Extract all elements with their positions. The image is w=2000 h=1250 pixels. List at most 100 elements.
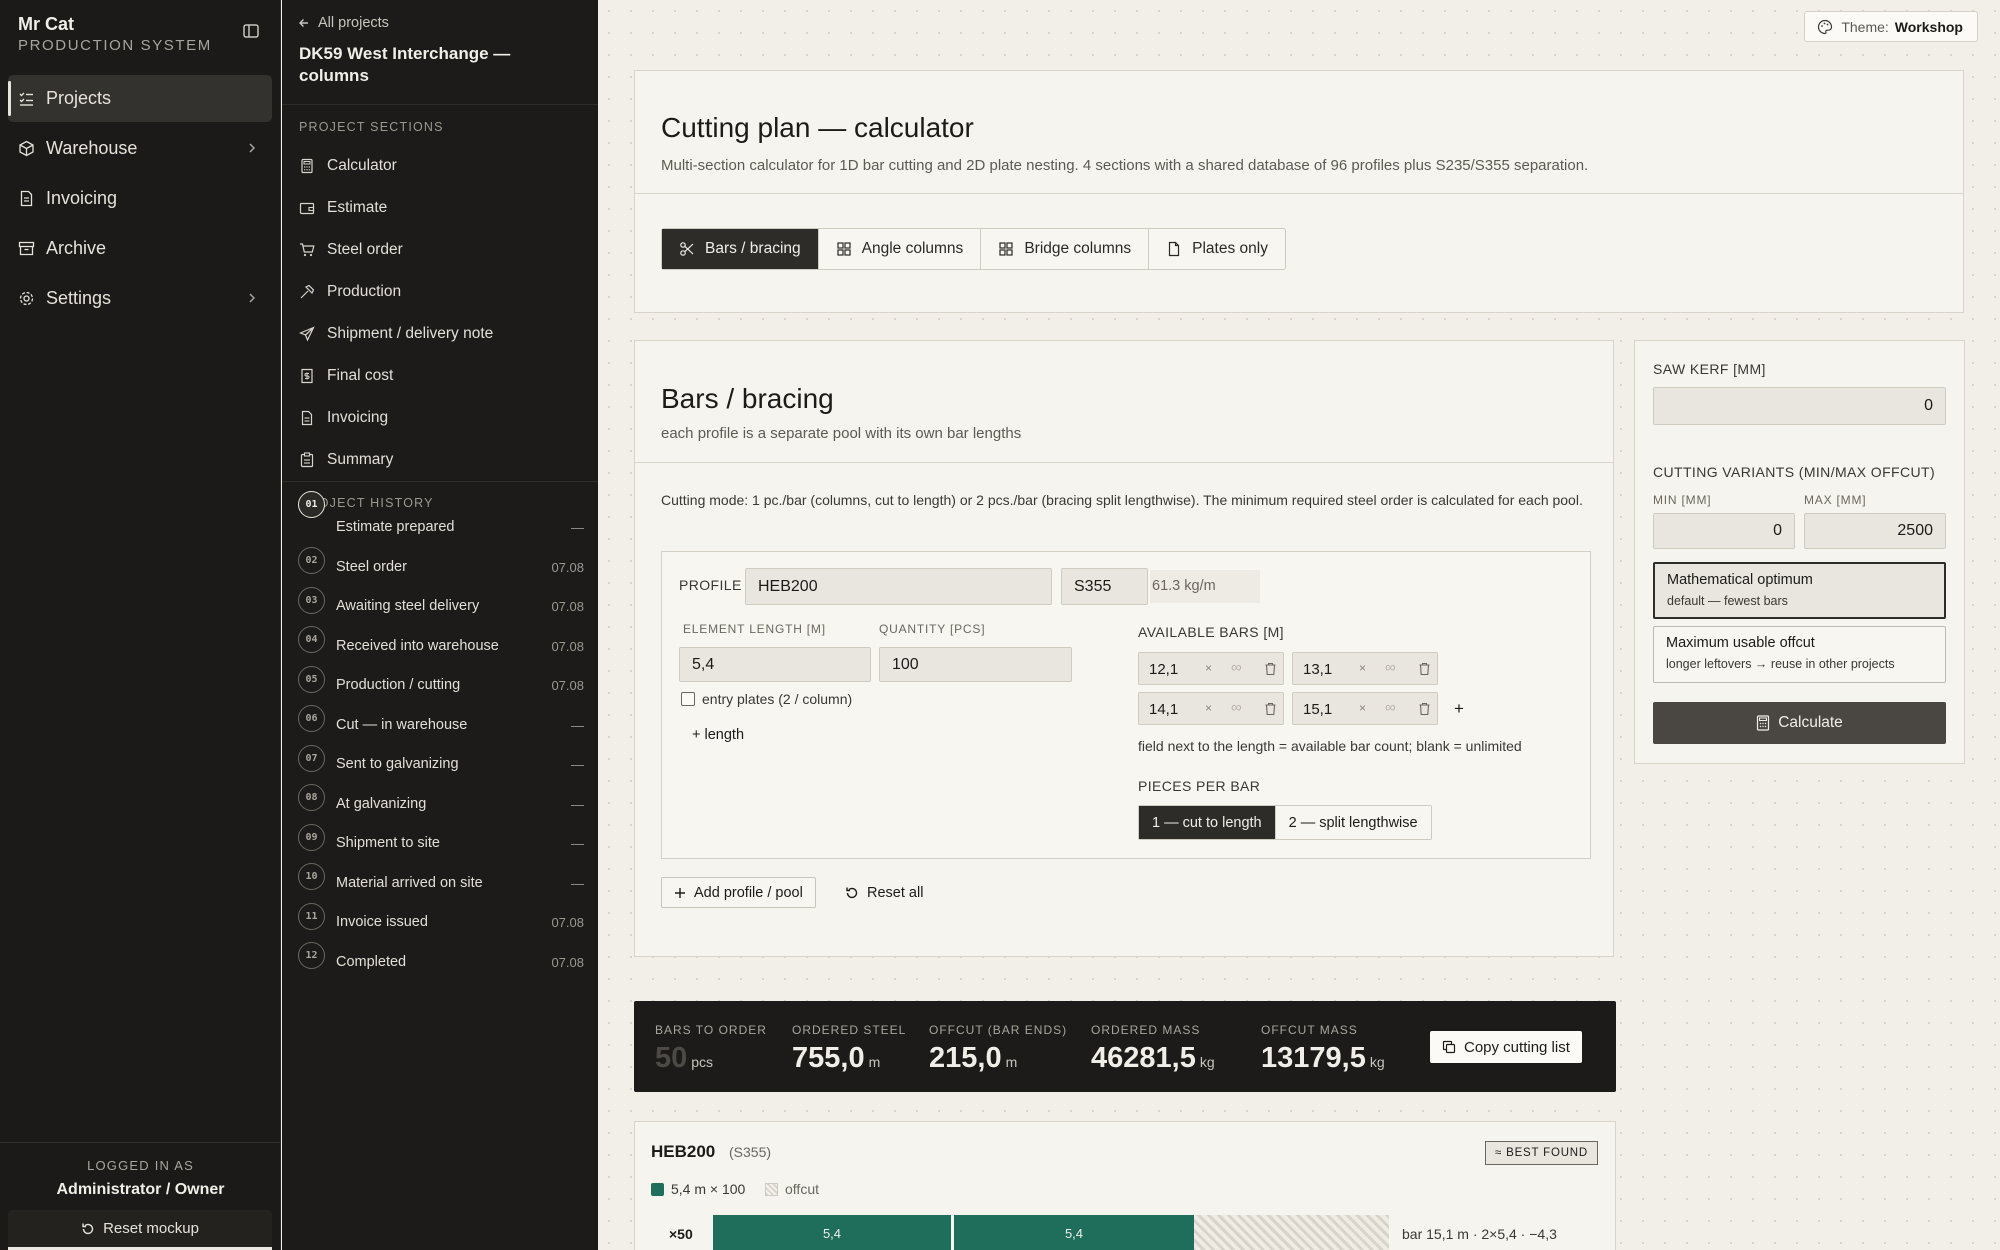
sidebar-toggle-icon[interactable]: [242, 22, 262, 42]
tab-bars-bracing[interactable]: Bars / bracing: [662, 229, 819, 269]
project-panel: All projects DK59 West Interchange — col…: [282, 0, 598, 1250]
reset-all-button[interactable]: Reset all: [845, 877, 923, 908]
max-offcut-input[interactable]: 2500: [1804, 513, 1946, 549]
theme-value: Workshop: [1894, 18, 1963, 35]
palette-icon: [1818, 19, 1833, 34]
option-mathematical-optimum[interactable]: Mathematical optimum default — fewest ba…: [1653, 562, 1946, 619]
section-invoicing[interactable]: Invoicing: [299, 397, 589, 439]
section-shipment[interactable]: Shipment / delivery note: [299, 313, 589, 355]
reset-mockup-button[interactable]: Reset mockup: [8, 1210, 272, 1250]
summary-label: OFFCUT MASS: [1261, 1023, 1358, 1037]
nav-item-invoicing[interactable]: Invoicing: [8, 175, 272, 222]
entry-plates-checkbox[interactable]: [681, 692, 695, 706]
tab-angle-columns[interactable]: Angle columns: [819, 229, 982, 269]
profile-pool: PROFILE HEB200 S355 61.3 kg/m ELEMENT LE…: [661, 551, 1591, 859]
calculate-button[interactable]: Calculate: [1653, 702, 1946, 744]
available-bar-field[interactable]: 14,1 × ∞: [1138, 692, 1284, 725]
section-label: Shipment / delivery note: [327, 325, 494, 342]
quantity-input[interactable]: 100: [879, 647, 1072, 682]
section-label: Steel order: [327, 241, 403, 258]
bar-count-input[interactable]: ∞: [1385, 699, 1396, 716]
history-label: Invoice issued: [336, 914, 428, 930]
pieces-option-one[interactable]: 1 — cut to length: [1139, 806, 1275, 839]
option-maximum-offcut[interactable]: Maximum usable offcut longer leftovers →…: [1653, 626, 1946, 683]
nav-item-projects[interactable]: Projects: [8, 75, 272, 122]
history-date: —: [571, 757, 584, 772]
calculator-header-card: Cutting plan — calculator Multi-section …: [634, 70, 1964, 313]
history-label: Received into warehouse: [336, 637, 499, 654]
section-final-cost[interactable]: Final cost: [299, 355, 589, 397]
section-production[interactable]: Production: [299, 271, 589, 313]
bar-count-input[interactable]: ∞: [1385, 659, 1396, 676]
back-to-projects-link[interactable]: All projects: [298, 15, 389, 31]
summary-label: BARS TO ORDER: [655, 1023, 767, 1037]
bars-bracing-card: Bars / bracing each profile is a separat…: [634, 340, 1614, 957]
legend-piece-swatch: [651, 1183, 664, 1196]
section-estimate[interactable]: Estimate: [299, 187, 589, 229]
theme-switcher[interactable]: Theme: Workshop: [1804, 11, 1978, 42]
history-label: Steel order: [336, 558, 407, 575]
bar-length-value: 13,1: [1303, 661, 1333, 678]
reset-icon: [82, 1223, 94, 1234]
app-sidebar: Mr Cat PRODUCTION SYSTEM Projects Wareho…: [0, 0, 281, 1250]
copy-label: Copy cutting list: [1464, 1038, 1570, 1056]
trash-icon[interactable]: [1418, 702, 1431, 716]
available-bar-field[interactable]: 15,1 × ∞: [1292, 692, 1438, 725]
add-bar-button[interactable]: +: [1454, 699, 1464, 719]
copy-icon: [1442, 1040, 1456, 1054]
summary-offcut-mass: OFFCUT MASS 13179,5 kg: [1261, 1023, 1385, 1075]
summary-label: ORDERED MASS: [1091, 1023, 1201, 1037]
bar-count-input[interactable]: ∞: [1231, 699, 1242, 716]
section-steel-order[interactable]: Steel order: [299, 229, 589, 271]
nav-item-archive[interactable]: Archive: [8, 225, 272, 272]
available-bar-field[interactable]: 13,1 × ∞: [1292, 652, 1438, 685]
available-bar-field[interactable]: 12,1 × ∞: [1138, 652, 1284, 685]
history-label: Estimate prepared: [336, 519, 455, 535]
tab-plates-only[interactable]: Plates only: [1149, 229, 1285, 269]
nav-label: Archive: [46, 238, 107, 258]
tab-label: Plates only: [1192, 240, 1268, 257]
option-description: longer leftovers → reuse in other projec…: [1666, 657, 1895, 671]
brand-subtitle: PRODUCTION SYSTEM: [18, 37, 212, 54]
clipboard-icon: [300, 452, 314, 468]
cut-piece: 5,4: [954, 1215, 1194, 1250]
available-bars-hint: field next to the length = available bar…: [1138, 738, 1522, 754]
nav-item-warehouse[interactable]: Warehouse: [8, 125, 272, 172]
min-offcut-input[interactable]: 0: [1653, 513, 1795, 549]
pieces-option-two[interactable]: 2 — split lengthwise: [1274, 806, 1431, 839]
history-label: Completed: [336, 953, 407, 970]
trash-icon[interactable]: [1264, 662, 1277, 676]
main-nav: Projects Warehouse Invoicing Archive Set…: [8, 75, 272, 325]
summary-bars-to-order: BARS TO ORDER 50 pcs: [655, 1023, 767, 1075]
section-calculator[interactable]: Calculator: [299, 145, 589, 187]
nav-item-settings[interactable]: Settings: [8, 275, 272, 322]
history-date: 07.08: [551, 954, 584, 970]
gear-icon: [19, 291, 34, 306]
reset-icon: [846, 887, 858, 898]
add-length-button[interactable]: + length: [692, 727, 744, 743]
trash-icon[interactable]: [1264, 702, 1277, 716]
summary-unit: m: [868, 1054, 881, 1070]
history-label: Sent to galvanizing: [336, 756, 459, 772]
divider: [282, 104, 598, 105]
tab-label: Angle columns: [861, 240, 964, 257]
cart-icon: [300, 243, 315, 257]
profile-select[interactable]: HEB200: [745, 568, 1052, 605]
copy-cutting-list-button[interactable]: Copy cutting list: [1430, 1031, 1582, 1063]
trash-icon[interactable]: [1418, 662, 1431, 676]
tab-bridge-columns[interactable]: Bridge columns: [981, 229, 1150, 269]
section-label: Estimate: [327, 199, 388, 216]
brand-name: Mr Cat: [18, 14, 75, 34]
result-grade: (S355): [729, 1144, 772, 1160]
element-length-input[interactable]: 5,4: [679, 647, 871, 682]
section-summary[interactable]: Summary: [299, 439, 589, 481]
page-subtitle: Multi-section calculator for 1D bar cutt…: [661, 157, 1589, 174]
legend-offcut-label: offcut: [785, 1181, 819, 1197]
saw-kerf-input[interactable]: 0: [1653, 387, 1946, 425]
steel-grade-select[interactable]: S355: [1061, 568, 1148, 605]
chevron-right-icon: [249, 143, 256, 153]
entry-plates-label: entry plates (2 / column): [702, 691, 853, 707]
add-profile-button[interactable]: Add profile / pool: [661, 877, 816, 908]
bar-count-input[interactable]: ∞: [1231, 659, 1242, 676]
section-label: Production: [327, 283, 402, 300]
